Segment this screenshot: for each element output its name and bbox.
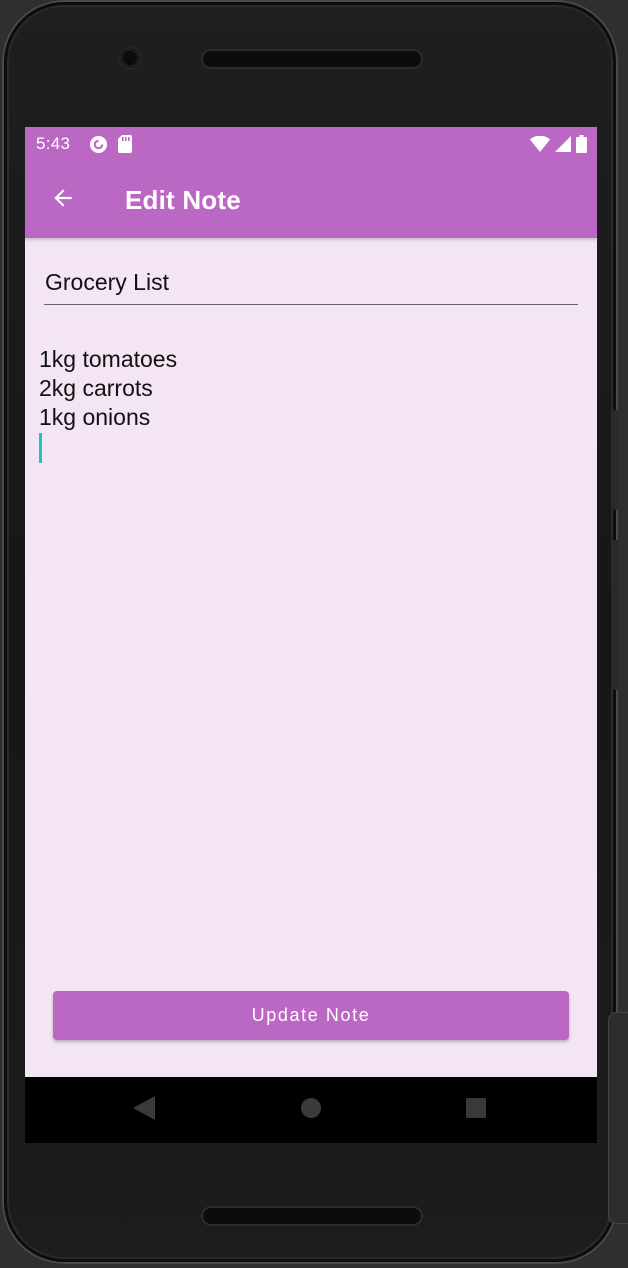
nav-recents-button[interactable]	[461, 1095, 491, 1125]
arrow-back-icon	[50, 185, 76, 216]
nav-recents-icon	[466, 1097, 486, 1123]
phone-body: 5:43 Edit Note Grocery List 1kg tomatoes…	[2, 0, 618, 1264]
page-title: Edit Note	[125, 185, 241, 215]
volume-button	[612, 410, 618, 510]
note-body-line: 2kg carrots	[39, 375, 153, 401]
cell-signal-icon	[555, 136, 571, 157]
sd-card-icon	[118, 135, 132, 159]
emulator-side-panel	[608, 1012, 628, 1224]
system-nav-bar	[25, 1077, 597, 1143]
note-body-line: 1kg tomatoes	[39, 346, 178, 372]
power-button	[612, 540, 618, 690]
note-body-line: 1kg onions	[39, 404, 151, 430]
wifi-icon	[530, 135, 550, 157]
front-camera	[120, 48, 140, 68]
back-button[interactable]	[43, 180, 83, 220]
battery-icon	[576, 135, 587, 158]
nav-home-button[interactable]	[296, 1095, 326, 1125]
text-cursor	[39, 433, 42, 463]
status-bar: 5:43	[25, 127, 597, 163]
app-bar: Edit Note	[25, 163, 597, 238]
update-note-button[interactable]: Update Note	[53, 991, 569, 1040]
device-frame: 5:43 Edit Note Grocery List 1kg tomatoes…	[0, 0, 628, 1268]
note-title-value: Grocery List	[45, 269, 169, 295]
nav-back-icon	[133, 1095, 155, 1125]
note-body-input[interactable]: 1kg tomatoes 2kg carrots 1kg onions	[39, 345, 579, 905]
pocket-casts-icon	[89, 135, 108, 159]
status-time: 5:43	[36, 134, 71, 153]
top-speaker	[201, 49, 423, 69]
app-screen: 5:43 Edit Note Grocery List 1kg tomatoes…	[25, 127, 597, 1143]
note-title-input[interactable]: Grocery List	[44, 266, 578, 305]
bottom-speaker	[201, 1206, 423, 1226]
nav-home-icon	[300, 1097, 322, 1124]
nav-back-button[interactable]	[129, 1095, 159, 1125]
